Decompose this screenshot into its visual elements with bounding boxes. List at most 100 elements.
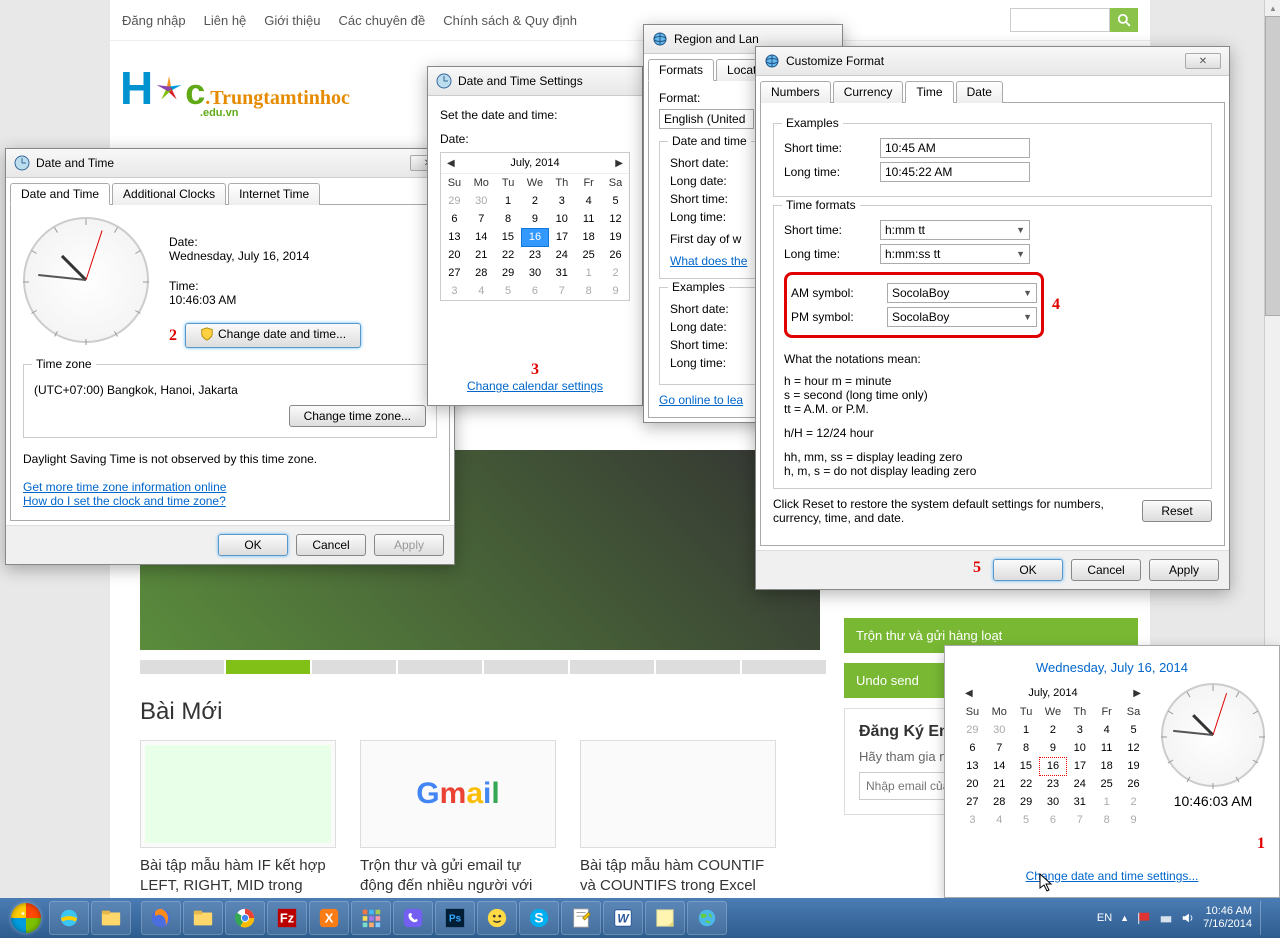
taskbar-filezilla[interactable]: Fz (267, 901, 307, 935)
shield-icon (200, 327, 214, 341)
close-button[interactable]: ✕ (1185, 53, 1221, 69)
timezone-value: (UTC+07:00) Bangkok, Hanoi, Jakarta (34, 383, 426, 397)
search-input[interactable] (1010, 8, 1110, 32)
tab-time[interactable]: Time (905, 81, 953, 103)
calendar[interactable]: ◀ July, 2014 ▶ SuMoTuWeThFrSa29301234567… (440, 152, 630, 301)
taskbar-notepad[interactable] (561, 901, 601, 935)
taskbar-ie[interactable] (49, 901, 89, 935)
cal-prev[interactable]: ◀ (447, 158, 455, 169)
tab-currency[interactable]: Currency (833, 81, 904, 103)
date-value: Wednesday, July 16, 2014 (169, 249, 361, 263)
date-label: Date: (169, 235, 361, 249)
network-icon[interactable] (1159, 911, 1173, 925)
start-button[interactable] (4, 901, 48, 935)
change-timezone-button[interactable]: Change time zone... (289, 405, 426, 427)
window-title: Date and Time Settings (458, 74, 634, 88)
taskbar-globe[interactable] (687, 901, 727, 935)
search-button[interactable] (1110, 8, 1138, 32)
article-card[interactable]: Bài tập mẫu hàm COUNTIF và COUNTIFS tron… (580, 740, 776, 895)
taskbar-xampp[interactable]: X (309, 901, 349, 935)
speaker-icon[interactable] (1181, 911, 1195, 925)
nav-link[interactable]: Các chuyên đề (339, 13, 426, 28)
annotation-4: 4 (1052, 296, 1060, 314)
analog-clock (1161, 683, 1265, 787)
taskbar-skype[interactable]: S (519, 901, 559, 935)
tray-arrow-icon[interactable]: ▲ (1120, 913, 1129, 923)
window-title: Customize Format (786, 54, 1179, 68)
change-calendar-settings-link[interactable]: Change calendar settings (467, 379, 603, 393)
nav-link[interactable]: Giới thiệu (264, 13, 320, 28)
tray-date-header: Wednesday, July 16, 2014 (959, 660, 1265, 675)
nav-link[interactable]: Đăng nhập (122, 13, 186, 28)
reset-button[interactable]: Reset (1142, 500, 1212, 522)
tray-calendar-popout: Wednesday, July 16, 2014 ◀ July, 2014 ▶ … (944, 645, 1280, 898)
long-time-combo[interactable]: h:mm:ss tt▼ (880, 244, 1030, 264)
taskbar-sticky-notes[interactable] (645, 901, 685, 935)
tray-time: 10:46:03 AM (1174, 793, 1253, 809)
taskbar-app-grid[interactable] (351, 901, 391, 935)
apply-button[interactable]: Apply (1149, 559, 1219, 581)
taskbar-yahoo[interactable] (477, 901, 517, 935)
clock-icon (14, 155, 30, 171)
cancel-button[interactable]: Cancel (296, 534, 366, 556)
customize-format-window: Customize Format ✕ Numbers Currency Time… (755, 46, 1230, 590)
short-time-combo[interactable]: h:mm tt▼ (880, 220, 1030, 240)
nav-link[interactable]: Chính sách & Quy định (443, 13, 577, 28)
what-link[interactable]: What does the (670, 254, 747, 268)
tab-additional-clocks[interactable]: Additional Clocks (112, 183, 226, 205)
annotation-1: 1 (1257, 835, 1265, 852)
cal-next[interactable]: ▶ (1133, 688, 1141, 699)
tile-nav (140, 660, 826, 674)
nav-link[interactable]: Liên hệ (204, 13, 247, 28)
star-icon (154, 74, 184, 104)
cancel-button[interactable]: Cancel (1071, 559, 1141, 581)
taskbar-explorer[interactable] (91, 901, 131, 935)
format-combo[interactable]: English (United (659, 109, 754, 129)
pm-symbol-combo[interactable]: SocolaBoy▼ (887, 307, 1037, 327)
short-time-example (880, 138, 1030, 158)
taskbar-firefox[interactable] (141, 901, 181, 935)
taskbar: Fz X Ps S W EN ▲ 10:46 AM 7/16/2014 (0, 898, 1280, 938)
cursor-icon (1039, 873, 1055, 893)
show-desktop-button[interactable] (1260, 901, 1270, 935)
apply-button: Apply (374, 534, 444, 556)
annotation-5: 5 (973, 559, 981, 581)
tab-date[interactable]: Date (956, 81, 1003, 103)
tab-numbers[interactable]: Numbers (760, 81, 831, 103)
date-time-settings-window: Date and Time Settings Set the date and … (427, 66, 643, 406)
top-nav: Đăng nhập Liên hệ Giới thiệu Các chuyên … (110, 0, 1150, 41)
svg-text:Fz: Fz (280, 911, 294, 926)
window-title: Region and Lan (674, 32, 834, 46)
cal-prev[interactable]: ◀ (965, 688, 973, 699)
article-card[interactable]: Gmail Trộn thư và gửi email tự động đến … (360, 740, 556, 895)
tab-date-time[interactable]: Date and Time (10, 183, 110, 205)
windows-orb-icon (11, 903, 41, 933)
tray-lang[interactable]: EN (1097, 912, 1112, 924)
flag-icon[interactable] (1137, 911, 1151, 925)
tab-internet-time[interactable]: Internet Time (228, 183, 320, 205)
clock-help-link[interactable]: How do I set the clock and time zone? (23, 494, 226, 508)
taskbar-photoshop[interactable]: Ps (435, 901, 475, 935)
svg-text:X: X (325, 911, 334, 926)
cal-month: July, 2014 (510, 157, 559, 169)
tray-clock[interactable]: 10:46 AM 7/16/2014 (1203, 905, 1252, 931)
section-title: Bài Mới (140, 698, 222, 726)
tab-formats[interactable]: Formats (648, 59, 714, 81)
change-date-time-button[interactable]: Change date and time... (185, 323, 361, 348)
taskbar-viber[interactable] (393, 901, 433, 935)
tz-info-link[interactable]: Get more time zone information online (23, 480, 226, 494)
taskbar-chrome[interactable] (225, 901, 265, 935)
article-card[interactable]: Bài tập mẫu hàm IF kết hợp LEFT, RIGHT, … (140, 740, 336, 895)
go-online-link[interactable]: Go online to lea (659, 393, 743, 407)
taskbar-word[interactable]: W (603, 901, 643, 935)
tray-calendar[interactable]: ◀ July, 2014 ▶ SuMoTuWeThFrSa29301234567… (959, 683, 1147, 829)
taskbar-explorer-2[interactable] (183, 901, 223, 935)
cal-next[interactable]: ▶ (615, 158, 623, 169)
svg-text:S: S (534, 911, 543, 926)
globe-icon (764, 53, 780, 69)
am-symbol-combo[interactable]: SocolaBoy▼ (887, 283, 1037, 303)
ok-button[interactable]: OK (218, 534, 288, 556)
ok-button[interactable]: OK (993, 559, 1063, 581)
cal-month: July, 2014 (1028, 687, 1077, 699)
reset-text: Click Reset to restore the system defaul… (773, 497, 1130, 525)
